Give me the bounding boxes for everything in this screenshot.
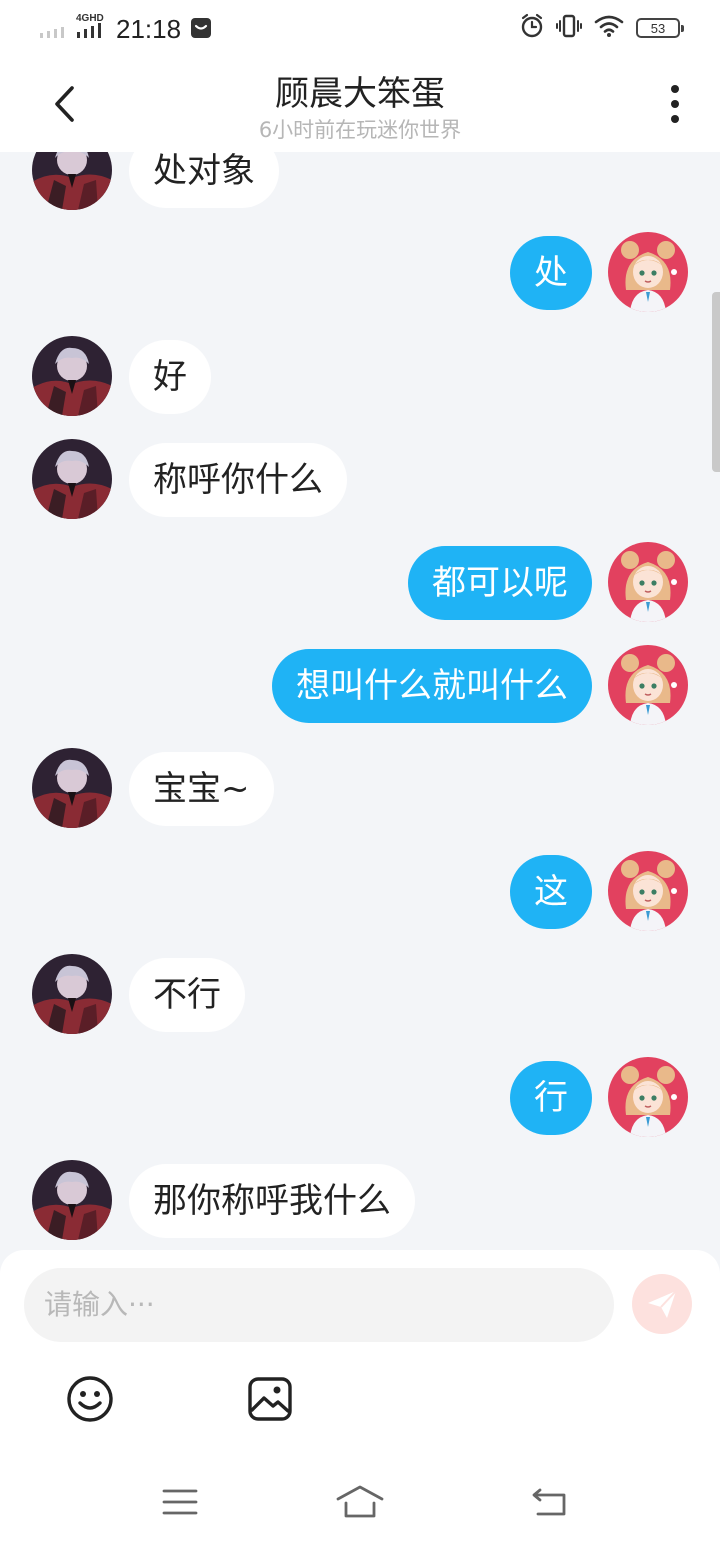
message-row: 宝宝~ — [0, 748, 720, 828]
contact-avatar[interactable] — [32, 336, 112, 416]
my-avatar[interactable] — [608, 542, 688, 622]
message-row: 都可以呢 — [0, 542, 720, 622]
contact-avatar[interactable] — [32, 1160, 112, 1240]
paper-plane-icon — [648, 1290, 677, 1318]
input-panel: 请输入··· — [0, 1250, 720, 1544]
status-right: 53 — [520, 13, 684, 43]
home-icon — [336, 1485, 384, 1518]
message-bubble[interactable]: 好 — [129, 340, 211, 414]
chat-subtitle: 6小时前在玩迷你世界 — [258, 118, 462, 142]
battery-icon: 53 — [636, 18, 684, 38]
message-row: 称呼你什么 — [0, 439, 720, 519]
message-row: 好 — [0, 336, 720, 416]
smiley-icon — [67, 1376, 113, 1422]
my-avatar[interactable] — [608, 851, 688, 931]
message-bubble[interactable]: 都可以呢 — [408, 546, 592, 620]
message-row: 不行 — [0, 954, 720, 1034]
my-avatar[interactable] — [608, 232, 688, 312]
status-bar: 4GHD 21:18 53 — [0, 0, 720, 56]
message-row: 那你称呼我什么 — [0, 1160, 720, 1240]
message-bubble[interactable]: 行 — [510, 1061, 592, 1135]
message-list[interactable]: 处对象 处 好 称呼你什么 都可以呢 想叫什么就叫什么 宝宝~ 这 不行 行 那 — [0, 152, 720, 1250]
my-avatar[interactable] — [608, 1057, 688, 1137]
contact-avatar[interactable] — [32, 152, 112, 210]
contact-avatar[interactable] — [32, 439, 112, 519]
chat-header: 顾晨大笨蛋 6小时前在玩迷你世界 — [0, 56, 720, 152]
vibrate-icon — [556, 13, 582, 43]
contact-avatar[interactable] — [32, 954, 112, 1034]
image-icon — [248, 1377, 292, 1421]
message-bubble[interactable]: 这 — [510, 855, 592, 929]
message-bubble[interactable]: 处 — [510, 236, 592, 310]
alarm-icon — [520, 13, 544, 43]
network-type: 4GHD — [76, 13, 104, 24]
battery-level: 53 — [650, 20, 666, 36]
notification-icon — [190, 17, 212, 39]
message-row: 处对象 — [0, 152, 720, 210]
message-bubble[interactable]: 宝宝~ — [129, 752, 274, 826]
scrollbar[interactable] — [712, 292, 720, 472]
message-row: 这 — [0, 851, 720, 931]
return-icon — [532, 1488, 566, 1516]
emoji-button[interactable] — [65, 1374, 115, 1424]
my-avatar[interactable] — [608, 645, 688, 725]
message-bubble[interactable]: 处对象 — [129, 152, 279, 208]
message-row: 处 — [0, 232, 720, 312]
nav-home-button[interactable] — [335, 1482, 385, 1522]
signal-icon: 4GHD — [40, 13, 106, 40]
contact-avatar[interactable] — [32, 748, 112, 828]
nav-menu-button[interactable] — [155, 1482, 205, 1522]
wifi-icon — [594, 14, 624, 42]
nav-back-button[interactable] — [525, 1482, 575, 1522]
image-button[interactable] — [245, 1374, 295, 1424]
send-button[interactable] — [632, 1274, 692, 1334]
more-button[interactable] — [660, 82, 690, 126]
more-vertical-icon — [671, 85, 679, 123]
message-bubble[interactable]: 称呼你什么 — [129, 443, 347, 517]
message-bubble[interactable]: 那你称呼我什么 — [129, 1164, 415, 1238]
message-row: 行 — [0, 1057, 720, 1137]
message-bubble[interactable]: 不行 — [129, 958, 245, 1032]
message-input[interactable]: 请输入··· — [24, 1268, 614, 1342]
message-bubble[interactable]: 想叫什么就叫什么 — [272, 649, 592, 723]
message-row: 想叫什么就叫什么 — [0, 645, 720, 725]
menu-icon — [162, 1489, 198, 1515]
status-time: 21:18 — [116, 14, 182, 44]
chat-title: 顾晨大笨蛋 — [275, 74, 445, 114]
